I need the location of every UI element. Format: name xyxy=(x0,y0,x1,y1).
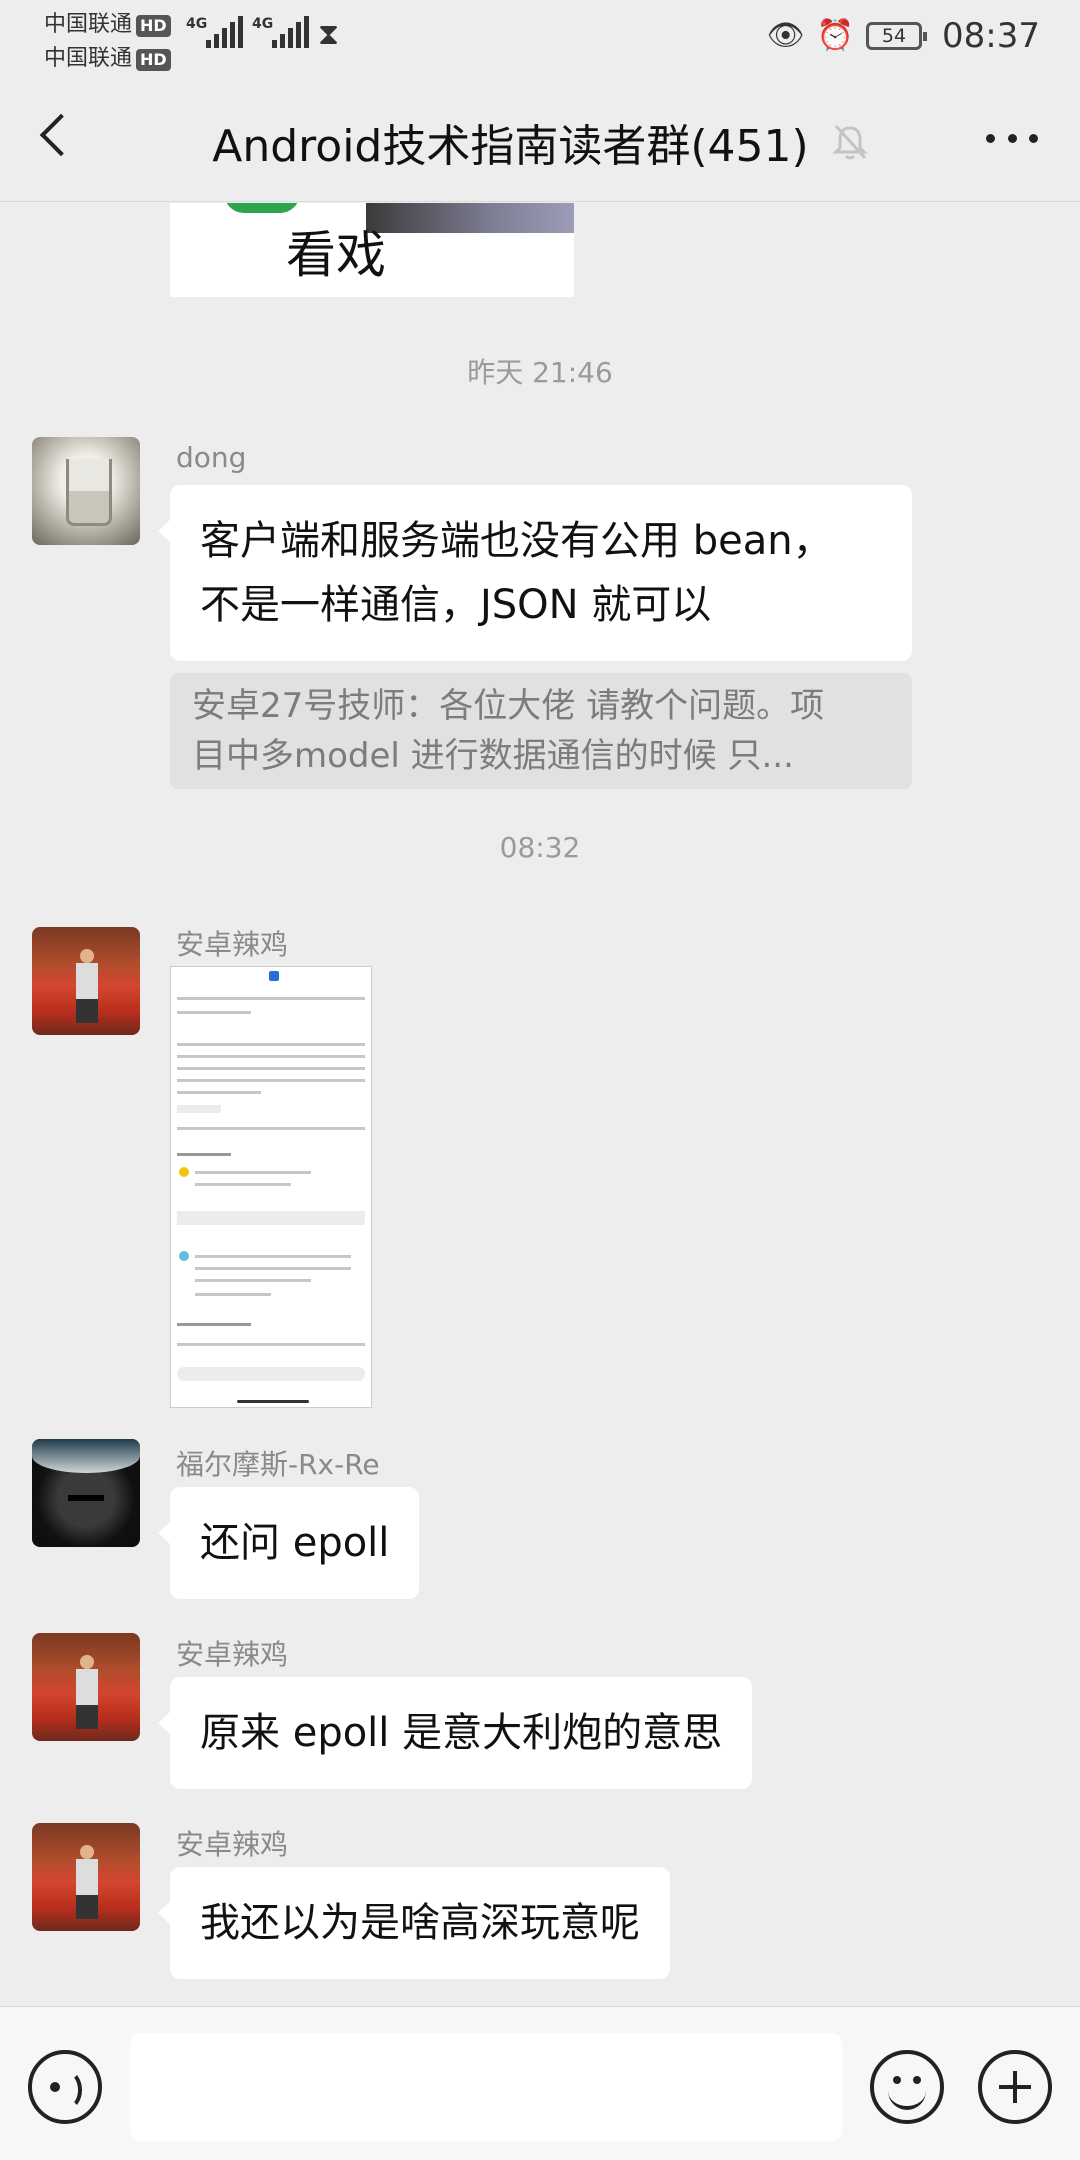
title-wrap: Android技术指南读者群(451) xyxy=(0,110,1080,174)
clock: 08:37 xyxy=(942,16,1040,56)
avatar-dong[interactable] xyxy=(32,437,140,545)
hd-badge: HD xyxy=(136,49,171,71)
hd-badge: HD xyxy=(136,15,171,37)
status-right: 👁 ⏰ 54 08:37 xyxy=(767,14,1040,58)
quote-text: 安卓27号技师：各位大佬 请教个问题。项 xyxy=(192,686,825,726)
more-dots-icon[interactable] xyxy=(986,128,1038,148)
alarm-icon: ⏰ xyxy=(816,18,855,53)
home-indicator xyxy=(237,1400,309,1403)
image-message[interactable] xyxy=(170,966,372,1408)
app-icon xyxy=(269,971,279,981)
sticker-graphic xyxy=(224,203,300,213)
battery-icon: 54 xyxy=(866,22,928,50)
emoji-icon[interactable] xyxy=(870,2050,944,2124)
message-list[interactable]: 看戏 昨天 21:46 dong 客户端和服务端也没有公用 bean， 不是一样… xyxy=(0,203,1080,2006)
eye-icon: 👁 xyxy=(766,18,805,53)
sender-name: 安卓辣鸡 xyxy=(176,928,289,961)
carrier-2: 中国联通 HD xyxy=(44,40,171,72)
timestamp: 昨天 21:46 xyxy=(467,356,613,389)
message-text: 客户端和服务端也没有公用 bean， xyxy=(200,518,833,564)
signal-bars-icon xyxy=(272,14,309,48)
network-type-1: 4G xyxy=(186,16,208,32)
avatar-anzhuolaji[interactable] xyxy=(32,927,140,1035)
avatar-anzhuolaji[interactable] xyxy=(32,1633,140,1741)
message-input[interactable] xyxy=(130,2033,842,2141)
message-bubble[interactable]: 还问 epoll xyxy=(157,1487,420,1599)
battery-level: 54 xyxy=(881,25,907,47)
carrier-1: 中国联通 HD xyxy=(44,6,171,38)
sticker-caption: 看戏 xyxy=(286,226,386,284)
carrier-1-label: 中国联通 xyxy=(44,12,133,37)
mute-bell-icon xyxy=(832,124,868,160)
sticker-message[interactable]: 看戏 xyxy=(170,203,574,297)
quote-text: 目中多model 进行数据通信的时候 只... xyxy=(192,736,794,776)
message-text: 不是一样通信，JSON 就可以 xyxy=(200,582,712,628)
input-bar xyxy=(0,2006,1080,2160)
voice-icon[interactable] xyxy=(28,2050,102,2124)
message-bubble[interactable]: 我还以为是啥高深玩意呢 xyxy=(158,1867,670,1979)
hourglass-icon: ⧗ xyxy=(318,17,340,52)
chat-header: Android技术指南读者群(451) xyxy=(0,72,1080,202)
sender-name: 安卓辣鸡 xyxy=(176,1638,289,1671)
sender-name: dong xyxy=(176,441,247,474)
avatar-fuermosi[interactable] xyxy=(32,1439,140,1547)
quoted-message[interactable]: 安卓27号技师：各位大佬 请教个问题。项 目中多model 进行数据通信的时候 … xyxy=(170,673,912,789)
avatar-anzhuolaji[interactable] xyxy=(32,1823,140,1931)
signal-bars-icon xyxy=(206,14,243,48)
plus-icon[interactable] xyxy=(978,2050,1052,2124)
sticker-photo xyxy=(366,203,574,233)
message-bubble[interactable]: 客户端和服务端也没有公用 bean， 不是一样通信，JSON 就可以 xyxy=(158,485,912,661)
sender-name: 安卓辣鸡 xyxy=(176,1828,289,1861)
message-bubble[interactable]: 原来 epoll 是意大利炮的意思 xyxy=(157,1677,753,1789)
timestamp: 08:32 xyxy=(499,831,581,864)
status-bar: 中国联通 HD 中国联通 HD 4G 4G ⧗ 👁 ⏰ 54 08:37 xyxy=(0,0,1080,72)
network-type-2: 4G xyxy=(252,16,274,32)
chat-title: Android技术指南读者群(451) xyxy=(212,121,809,172)
sender-name: 福尔摩斯-Rx-Re xyxy=(176,1448,380,1481)
carrier-2-label: 中国联通 xyxy=(44,46,133,71)
